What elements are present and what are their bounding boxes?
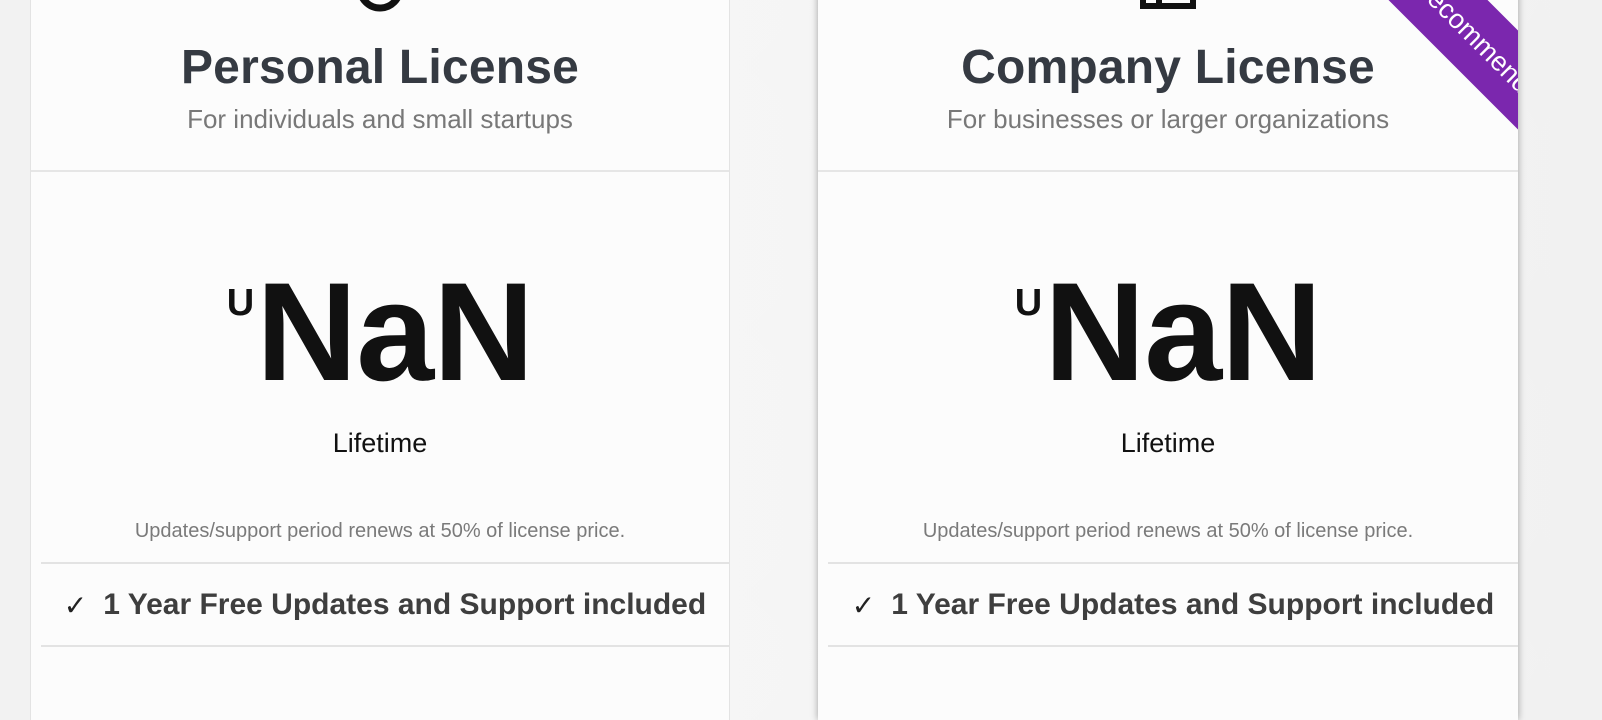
renew-note: Updates/support period renews at 50% of … — [922, 520, 1414, 542]
feature-item: ✓ 1 Year Free Updates and Support includ… — [41, 566, 729, 644]
card-subtitle: For individuals and small startups — [187, 104, 573, 134]
header-divider — [31, 170, 729, 172]
feature-item: ✓ 1 Year Free Updates and Support includ… — [828, 566, 1518, 644]
price-period: Lifetime — [332, 428, 428, 458]
company-license-card: Company License For businesses or larger… — [818, 0, 1518, 720]
card-title: Personal License — [180, 41, 580, 94]
personal-license-card: Personal License For individuals and sma… — [30, 0, 730, 720]
check-icon: ✓ — [63, 588, 88, 622]
feature-divider — [828, 645, 1518, 647]
feature-label: 1 Year Free Updates and Support included — [891, 588, 1495, 621]
price-value: NaN — [256, 253, 534, 410]
feature-divider — [41, 645, 729, 647]
feature-divider — [41, 562, 729, 564]
feature-label: 1 Year Free Updates and Support included — [103, 588, 707, 621]
price: UNaN — [31, 262, 729, 402]
check-icon: ✓ — [851, 588, 876, 622]
person-icon — [31, 0, 729, 12]
card-title: Company License — [961, 41, 1375, 94]
card-subtitle: For businesses or larger organizations — [946, 104, 1390, 134]
header-divider — [818, 170, 1518, 172]
price: UNaN — [818, 262, 1518, 402]
renew-note: Updates/support period renews at 50% of … — [134, 520, 626, 542]
price-period: Lifetime — [1120, 428, 1216, 458]
price-currency: U — [226, 282, 255, 324]
price-value: NaN — [1044, 253, 1322, 410]
price-currency: U — [1014, 282, 1043, 324]
feature-divider — [828, 562, 1518, 564]
